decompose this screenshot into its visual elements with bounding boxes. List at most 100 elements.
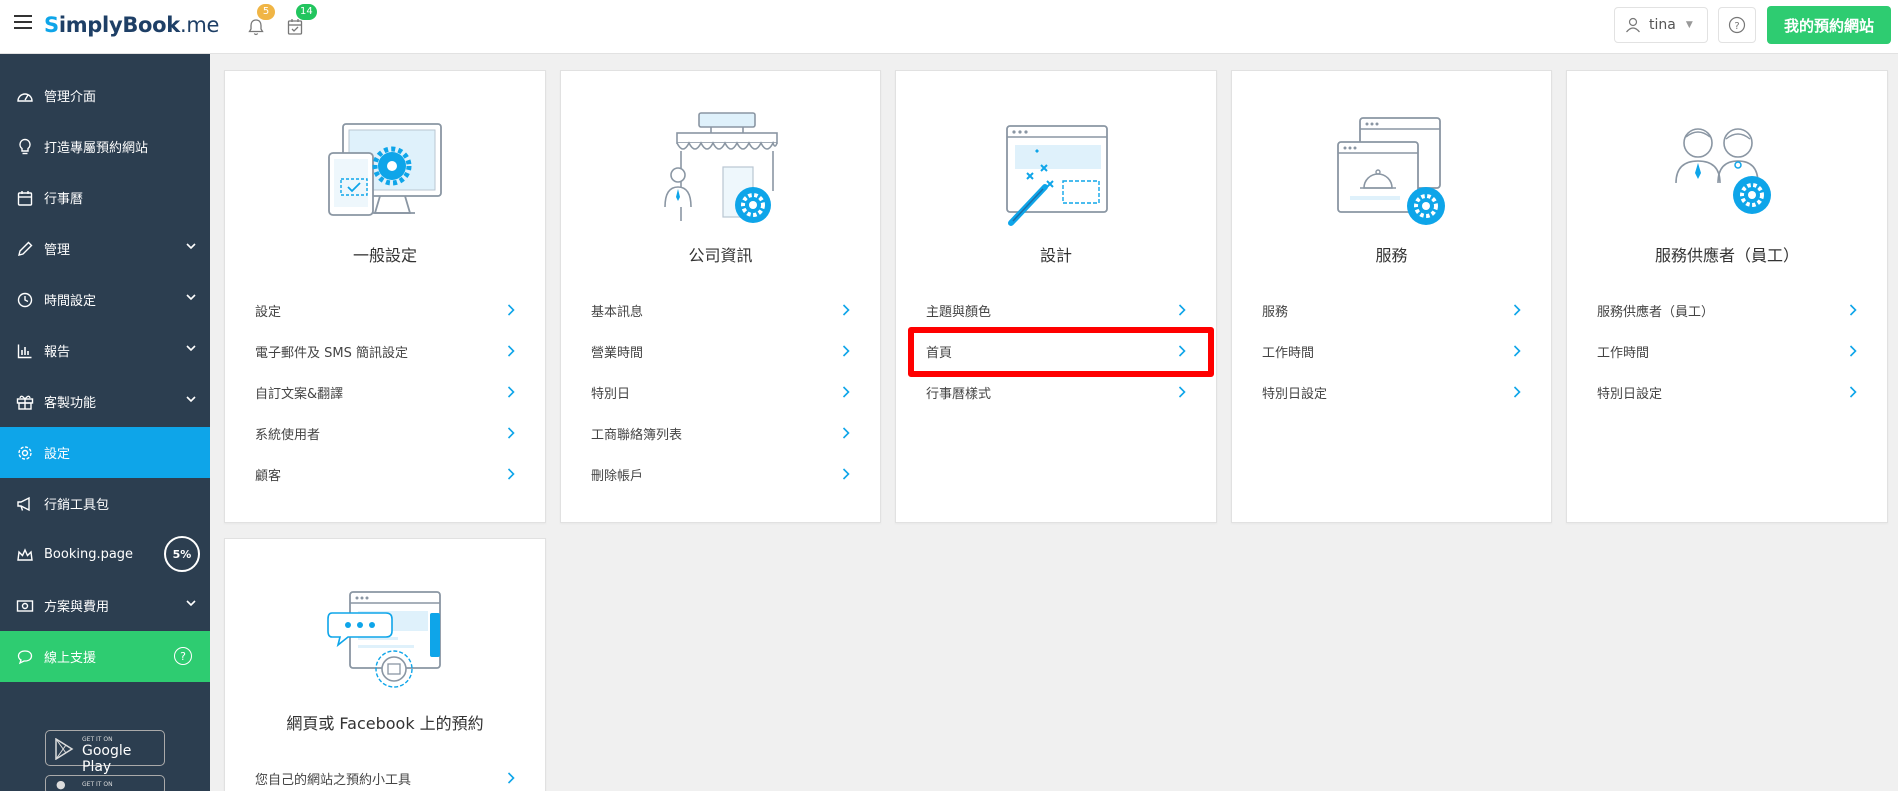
link-system-users[interactable]: 系統使用者 bbox=[255, 418, 515, 448]
link-customers[interactable]: 顧客 bbox=[255, 459, 515, 489]
link-label: 基本訊息 bbox=[591, 304, 644, 320]
sidebar-item-plans[interactable]: 方案與費用 bbox=[0, 580, 210, 631]
sidebar-item-label: 客製功能 bbox=[44, 396, 97, 411]
chevron-down-icon bbox=[186, 294, 196, 301]
card-title: 公司資訊 bbox=[688, 246, 753, 265]
link-label: 特別日 bbox=[591, 386, 631, 402]
logo[interactable]: SimplyBook.me bbox=[44, 13, 219, 37]
sidebar-item-label: 設定 bbox=[44, 447, 71, 462]
logo-s: S bbox=[44, 13, 59, 37]
sidebar-item-calendar[interactable]: 行事曆 bbox=[0, 172, 210, 223]
chevron-right-icon bbox=[507, 345, 515, 357]
link-booking-widget[interactable]: 您自己的網站之預約小工具 bbox=[255, 763, 515, 791]
gift-icon bbox=[16, 395, 34, 410]
app-store-badge[interactable]: ● GET IT ON bbox=[45, 775, 165, 791]
user-menu-button[interactable]: tina ▼ bbox=[1614, 7, 1708, 43]
sidebar-item-label: 線上支援 bbox=[44, 651, 97, 666]
google-play-badge[interactable]: GET IT ON Google Play bbox=[45, 730, 165, 775]
chevron-right-icon bbox=[1513, 386, 1521, 398]
sidebar-item-custom-features[interactable]: 客製功能 bbox=[0, 376, 210, 427]
card-service-providers: 服務供應者（員工） 服務供應者（員工） 工作時間 特別日設定 bbox=[1566, 70, 1888, 523]
store-badge-caption: GET IT ON bbox=[82, 781, 113, 788]
design-wand-illustration bbox=[1006, 125, 1108, 226]
sidebar: 管理介面 打造專屬預約網站 行事曆 管理 時間設定 報告 客製功能 設定 行銷工… bbox=[0, 54, 210, 791]
link-business-directory[interactable]: 工商聯絡簿列表 bbox=[591, 418, 850, 448]
link-delete-account[interactable]: 刪除帳戶 bbox=[591, 459, 850, 489]
chevron-right-icon bbox=[1178, 386, 1186, 398]
sidebar-item-settings[interactable]: 設定 bbox=[0, 427, 210, 478]
link-providers[interactable]: 服務供應者（員工） bbox=[1597, 295, 1857, 325]
my-booking-site-button[interactable]: 我的預約網站 bbox=[1767, 6, 1891, 44]
chevron-right-icon bbox=[507, 427, 515, 439]
logo-me: .me bbox=[179, 13, 220, 37]
sidebar-item-label: 時間設定 bbox=[44, 294, 97, 309]
sidebar-item-reports[interactable]: 報告 bbox=[0, 325, 210, 376]
card-web-facebook-booking: 網頁或 Facebook 上的預約 您自己的網站之預約小工具 bbox=[224, 538, 546, 791]
link-provider-special-days[interactable]: 特別日設定 bbox=[1597, 377, 1857, 407]
dashboard-icon bbox=[17, 92, 33, 102]
link-label: 自訂文案&翻譯 bbox=[255, 386, 344, 402]
store-badge-caption: GET IT ON bbox=[82, 736, 113, 743]
play-store-icon bbox=[55, 738, 74, 760]
sidebar-item-booking-page[interactable]: Booking.page 5% bbox=[0, 529, 210, 580]
chevron-right-icon bbox=[507, 772, 515, 784]
card-design: 設計 主題與顏色 首頁 行事曆樣式 bbox=[895, 70, 1217, 523]
link-services[interactable]: 服務 bbox=[1262, 295, 1521, 325]
link-label: 特別日設定 bbox=[1262, 386, 1328, 402]
notifications-button[interactable]: 5 bbox=[243, 4, 275, 42]
link-label: 工商聯絡簿列表 bbox=[591, 427, 683, 443]
link-label: 刪除帳戶 bbox=[591, 468, 644, 484]
card-title: 設計 bbox=[1039, 246, 1072, 265]
link-label: 主題與顏色 bbox=[926, 304, 992, 320]
money-icon bbox=[16, 599, 34, 612]
link-label: 工作時間 bbox=[1597, 345, 1650, 361]
link-email-sms-settings[interactable]: 電子郵件及 SMS 簡訊設定 bbox=[255, 336, 515, 366]
chevron-right-icon bbox=[1849, 386, 1857, 398]
gear-icon bbox=[18, 445, 32, 460]
link-label: 設定 bbox=[255, 304, 282, 320]
calendar-icon bbox=[17, 190, 33, 206]
lightbulb-icon bbox=[19, 138, 31, 154]
top-bar: SimplyBook.me 5 14 tina ▼ ? 我的預約網站 bbox=[0, 0, 1898, 54]
sidebar-item-support[interactable]: 線上支援 ? bbox=[0, 631, 210, 682]
link-label: 系統使用者 bbox=[255, 427, 321, 443]
chat-icon bbox=[17, 649, 33, 664]
link-service-special-days[interactable]: 特別日設定 bbox=[1262, 377, 1521, 407]
caret-down-icon: ▼ bbox=[1685, 20, 1693, 30]
link-label: 電子郵件及 SMS 簡訊設定 bbox=[255, 345, 408, 361]
sidebar-item-label: 行事曆 bbox=[44, 192, 84, 207]
chevron-right-icon bbox=[507, 386, 515, 398]
question-icon: ? bbox=[1728, 16, 1746, 34]
link-settings[interactable]: 設定 bbox=[255, 295, 515, 325]
link-business-hours[interactable]: 營業時間 bbox=[591, 336, 850, 366]
megaphone-icon bbox=[17, 496, 30, 511]
sidebar-item-time-settings[interactable]: 時間設定 bbox=[0, 274, 210, 325]
link-calendar-style[interactable]: 行事曆樣式 bbox=[926, 377, 1186, 407]
link-special-days[interactable]: 特別日 bbox=[591, 377, 850, 407]
link-label: 特別日設定 bbox=[1597, 386, 1663, 402]
link-custom-translation[interactable]: 自訂文案&翻譯 bbox=[255, 377, 515, 407]
chevron-right-icon bbox=[507, 304, 515, 316]
card-title: 一般設定 bbox=[352, 246, 417, 265]
calendar-check-icon bbox=[287, 19, 303, 35]
support-help-icon[interactable]: ? bbox=[174, 647, 192, 665]
link-service-work-hours[interactable]: 工作時間 bbox=[1262, 336, 1521, 366]
help-button[interactable]: ? bbox=[1718, 7, 1756, 43]
chevron-down-icon bbox=[186, 345, 196, 352]
chevron-right-icon bbox=[1849, 304, 1857, 316]
link-label: 工作時間 bbox=[1262, 345, 1315, 361]
bookings-badge: 14 bbox=[296, 4, 317, 20]
sidebar-item-build-site[interactable]: 打造專屬預約網站 bbox=[0, 121, 210, 172]
sidebar-item-dashboard[interactable]: 管理介面 bbox=[0, 70, 210, 121]
link-basic-info[interactable]: 基本訊息 bbox=[591, 295, 850, 325]
bookings-button[interactable]: 14 bbox=[282, 4, 317, 42]
menu-icon[interactable] bbox=[14, 15, 32, 29]
chevron-right-icon bbox=[842, 304, 850, 316]
sidebar-item-manage[interactable]: 管理 bbox=[0, 223, 210, 274]
sidebar-item-label: 打造專屬預約網站 bbox=[44, 141, 149, 156]
link-label: 顧客 bbox=[255, 468, 282, 484]
logo-text: implyBook bbox=[58, 13, 180, 37]
sidebar-item-marketing[interactable]: 行銷工具包 bbox=[0, 478, 210, 529]
link-provider-work-hours[interactable]: 工作時間 bbox=[1597, 336, 1857, 366]
link-theme-colors[interactable]: 主題與顏色 bbox=[926, 295, 1186, 325]
